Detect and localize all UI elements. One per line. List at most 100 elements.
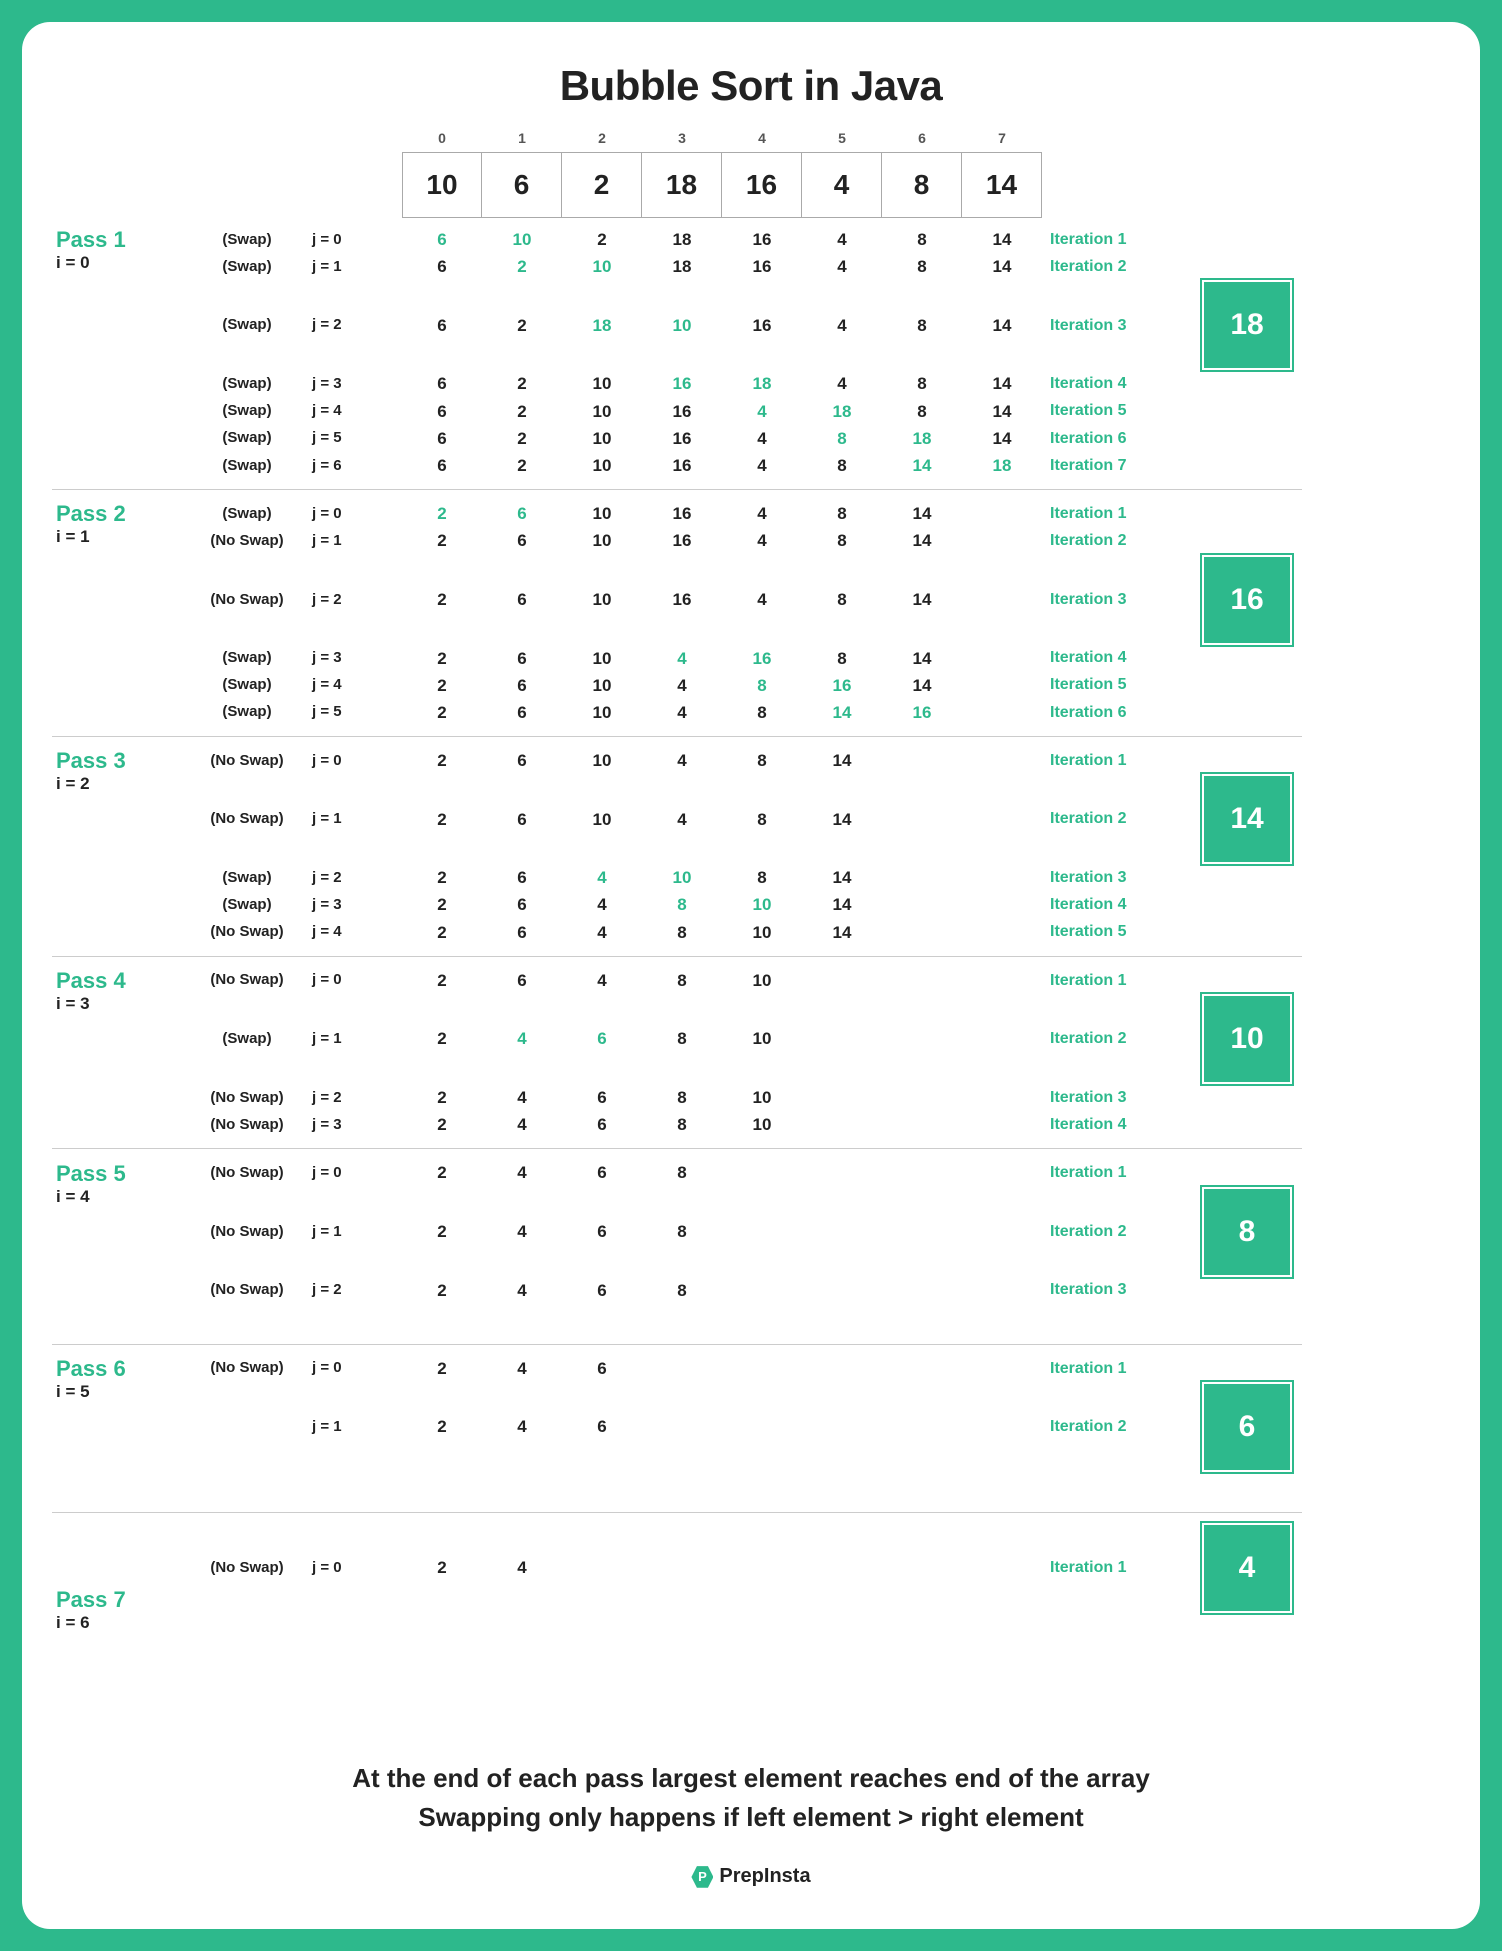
result-box-3: 14 xyxy=(1202,774,1292,864)
array-index-2: 2 xyxy=(562,130,642,152)
initial-array-cell-5: 4 xyxy=(802,152,882,218)
value-cell: 10 xyxy=(642,312,722,339)
swap-note: (Swap) xyxy=(182,866,312,890)
value-cell: 6 xyxy=(562,1355,642,1382)
swap-note: (No Swap) xyxy=(182,920,312,944)
swap-note: (Swap) xyxy=(182,454,312,478)
value-cell: 6 xyxy=(562,1159,642,1186)
swap-note: (Swap) xyxy=(182,673,312,697)
value-cell: 2 xyxy=(482,253,562,280)
value-cell: 8 xyxy=(642,1084,722,1111)
result-box-7: 4 xyxy=(1202,1523,1292,1613)
iteration-label: Iteration 4 xyxy=(1042,371,1192,397)
value-cell: 8 xyxy=(882,226,962,253)
pass-label-4: Pass 4 xyxy=(52,968,182,994)
iteration-label: Iteration 1 xyxy=(1042,501,1192,527)
pass-label-2: Pass 2 xyxy=(52,501,182,527)
swap-note: (Swap) xyxy=(182,646,312,670)
value-cell: 4 xyxy=(482,1355,562,1382)
value-cell: 4 xyxy=(482,1277,562,1304)
result-box-1: 18 xyxy=(1202,280,1292,370)
j-label: j = 4 xyxy=(312,920,402,944)
value-cell: 14 xyxy=(962,312,1042,339)
value-cell: 2 xyxy=(482,370,562,397)
initial-array-cell-0: 10 xyxy=(402,152,482,218)
j-label: j = 0 xyxy=(312,502,402,526)
value-cell: 16 xyxy=(722,312,802,339)
value-cell: 14 xyxy=(802,891,882,918)
value-cell: 10 xyxy=(562,672,642,699)
value-cell: 10 xyxy=(562,253,642,280)
array-index-7: 7 xyxy=(962,130,1042,152)
initial-array-cell-2: 2 xyxy=(562,152,642,218)
value-cell: 4 xyxy=(722,527,802,554)
initial-array-cell-7: 14 xyxy=(962,152,1042,218)
swap-note: (No Swap) xyxy=(182,1278,312,1302)
j-label: j = 3 xyxy=(312,372,402,396)
value-cell: 8 xyxy=(802,645,882,672)
value-cell: 14 xyxy=(962,226,1042,253)
value-cell: 18 xyxy=(642,253,722,280)
value-cell: 6 xyxy=(562,1084,642,1111)
j-label: j = 3 xyxy=(312,646,402,670)
iteration-label: Iteration 5 xyxy=(1042,672,1192,698)
value-cell: 2 xyxy=(482,452,562,479)
j-label: j = 1 xyxy=(312,1415,402,1439)
value-cell: 8 xyxy=(642,967,722,994)
swap-note: (No Swap) xyxy=(182,807,312,831)
value-cell: 18 xyxy=(562,312,642,339)
value-cell: 16 xyxy=(882,699,962,726)
j-label: j = 4 xyxy=(312,399,402,423)
pass-i-label-2: i = 1 xyxy=(52,527,182,547)
value-cell: 6 xyxy=(562,1277,642,1304)
value-cell: 2 xyxy=(402,1355,482,1382)
pass-label-6: Pass 6 xyxy=(52,1356,182,1382)
value-cell: 4 xyxy=(482,1084,562,1111)
value-cell: 6 xyxy=(562,1111,642,1138)
swap-note: (Swap) xyxy=(182,255,312,279)
value-cell: 4 xyxy=(482,1413,562,1440)
value-cell: 6 xyxy=(562,1025,642,1052)
value-cell: 4 xyxy=(642,645,722,672)
value-cell: 2 xyxy=(402,1413,482,1440)
value-cell: 6 xyxy=(562,1218,642,1245)
footer-text: At the end of each pass largest element … xyxy=(52,1759,1450,1837)
value-cell: 6 xyxy=(482,586,562,613)
pass-i-label-4: i = 3 xyxy=(52,994,182,1014)
j-label: j = 2 xyxy=(312,313,402,337)
swap-note: (Swap) xyxy=(182,502,312,526)
value-cell: 2 xyxy=(402,919,482,946)
iteration-label: Iteration 2 xyxy=(1042,1414,1192,1440)
swap-note: (Swap) xyxy=(182,893,312,917)
value-cell: 10 xyxy=(562,452,642,479)
value-cell: 8 xyxy=(642,1025,722,1052)
value-cell: 18 xyxy=(722,370,802,397)
value-cell: 8 xyxy=(722,864,802,891)
value-cell: 14 xyxy=(962,370,1042,397)
value-cell: 16 xyxy=(802,672,882,699)
iteration-label: Iteration 2 xyxy=(1042,1219,1192,1245)
value-cell: 16 xyxy=(642,425,722,452)
result-cell: 18 xyxy=(1192,280,1302,370)
initial-array-cell-1: 6 xyxy=(482,152,562,218)
value-cell: 10 xyxy=(562,398,642,425)
value-cell: 10 xyxy=(562,699,642,726)
swap-note: (Swap) xyxy=(182,700,312,724)
j-label: j = 0 xyxy=(312,228,402,252)
value-cell: 2 xyxy=(402,1025,482,1052)
value-cell: 2 xyxy=(402,1554,482,1581)
value-cell: 4 xyxy=(642,747,722,774)
value-cell: 4 xyxy=(482,1218,562,1245)
j-label: j = 5 xyxy=(312,700,402,724)
result-box-4: 10 xyxy=(1202,994,1292,1084)
swap-note: (No Swap) xyxy=(182,1220,312,1244)
value-cell: 2 xyxy=(562,226,642,253)
value-cell: 8 xyxy=(882,398,962,425)
iteration-label: Iteration 1 xyxy=(1042,1160,1192,1186)
value-cell: 6 xyxy=(402,398,482,425)
value-cell: 2 xyxy=(402,864,482,891)
pass-divider xyxy=(52,1512,1302,1513)
value-cell: 4 xyxy=(642,699,722,726)
value-cell: 2 xyxy=(402,747,482,774)
value-cell: 6 xyxy=(482,891,562,918)
